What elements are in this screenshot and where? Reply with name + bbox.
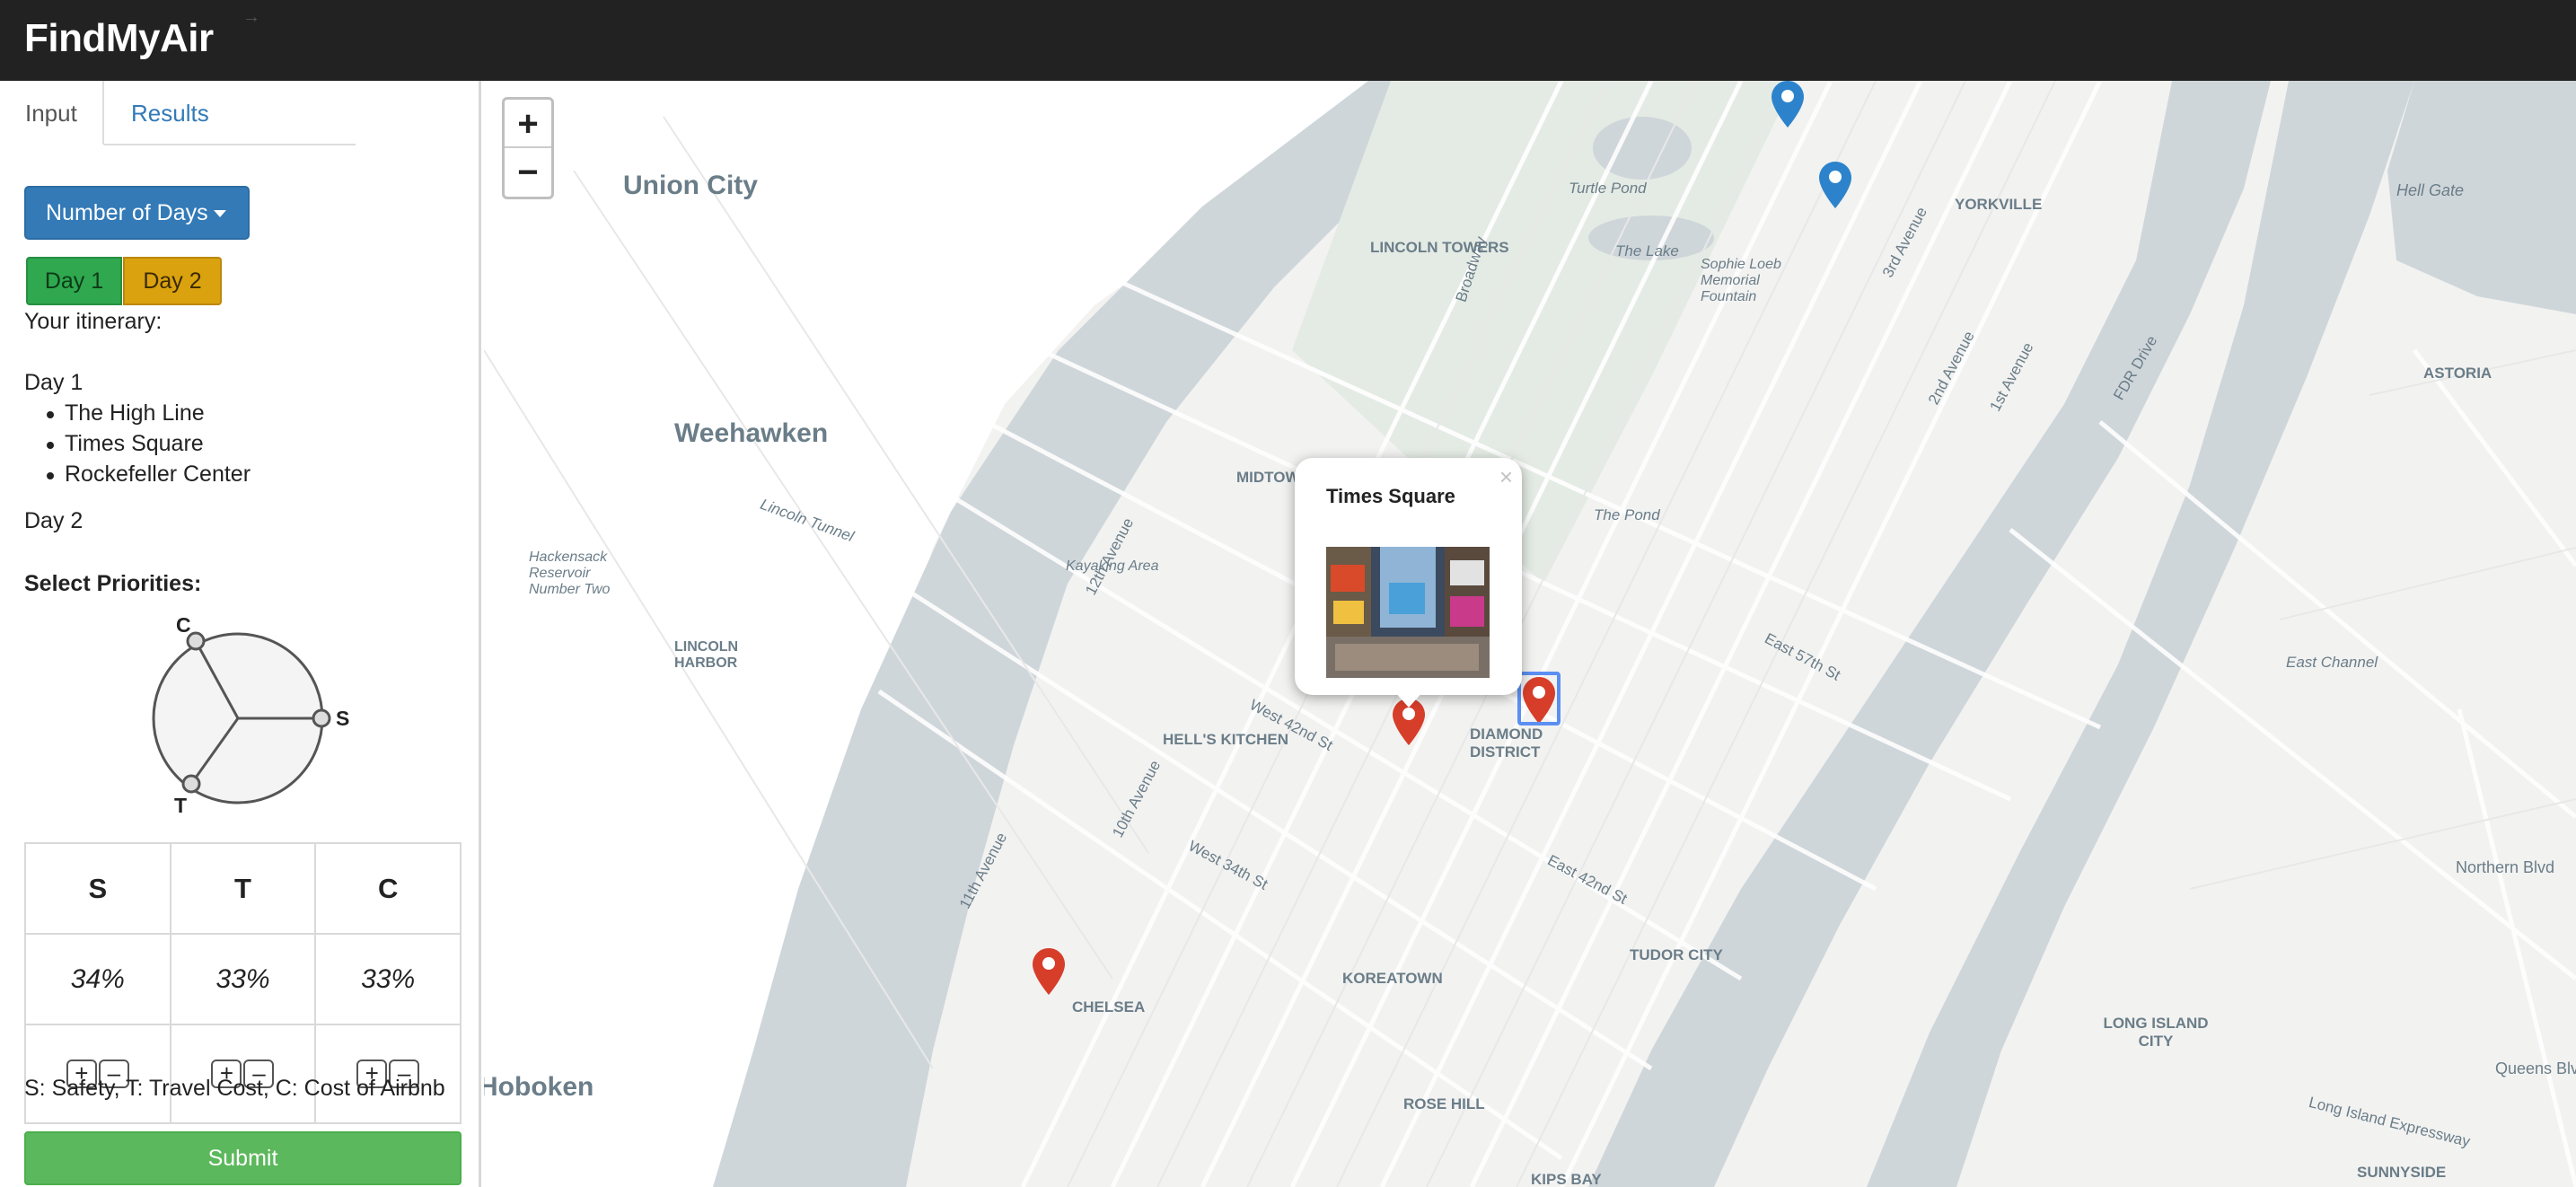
number-of-days-label: Number of Days (46, 200, 208, 225)
map-label-koreatown: KOREATOWN (1342, 970, 1443, 987)
priority-header-c: C (314, 841, 462, 936)
priority-triangle-selector[interactable]: C S T (126, 611, 377, 835)
arrow-icon: → (242, 7, 260, 27)
popup-close-button[interactable]: × (1499, 463, 1513, 491)
map-label-kips-bay: KIPS BAY (1531, 1171, 1602, 1187)
priority-value-s: 34% (24, 933, 171, 1026)
itinerary-item: The High Line (47, 400, 205, 426)
sidebar: Input Results Number of Days Day 1 Day 2… (0, 81, 481, 1187)
map-label-diamond-district: DIAMOND DISTRICT (1470, 725, 1543, 761)
map-label-hoboken: Hoboken (484, 1072, 594, 1102)
itinerary-item: Rockefeller Center (46, 462, 251, 487)
priorities-heading: Select Priorities: (24, 571, 202, 596)
map-label-weehawken: Weehawken (674, 418, 829, 448)
map-view[interactable]: Union City Weehawken Turtle Pond YORKVIL… (484, 81, 2576, 1187)
zoom-control: + − (502, 97, 554, 199)
priority-header-t: T (169, 841, 317, 936)
map-label-queens-blvd: Queens Blvd (2495, 1060, 2576, 1077)
marker-selection-box (1517, 672, 1561, 725)
zoom-out-button[interactable]: − (505, 148, 551, 197)
priority-handle-t[interactable] (181, 774, 201, 794)
tab-input[interactable]: Input (0, 81, 104, 145)
itinerary-day-2-label: Day 2 (24, 508, 84, 533)
priority-value-t: 33% (169, 933, 317, 1026)
map-label-union-city: Union City (623, 171, 758, 200)
number-of-days-dropdown[interactable]: Number of Days (24, 186, 250, 240)
tab-bar: Input Results (0, 81, 356, 145)
priority-handle-s[interactable] (312, 708, 331, 728)
itinerary-heading: Your itinerary: (24, 309, 163, 334)
submit-button[interactable]: Submit (24, 1131, 462, 1185)
map-label-chelsea: CHELSEA (1072, 998, 1146, 1016)
map-tiles (484, 81, 2576, 1187)
map-label-astoria: ASTORIA (2423, 365, 2492, 382)
times-square-photo (1326, 547, 1490, 678)
map-label-turtle-pond: Turtle Pond (1569, 180, 1647, 197)
map-label-tudor-city: TUDOR CITY (1630, 946, 1723, 963)
priority-controls-t: + – (169, 1024, 317, 1124)
popup-tip (1394, 691, 1423, 708)
day-2-button[interactable]: Day 2 (123, 257, 222, 305)
popup-title: Times Square (1326, 485, 1455, 507)
map-label-sophie-loeb-fountain: Sophie Loeb Memorial Fountain (1701, 257, 1781, 304)
priority-header-s: S (24, 841, 171, 936)
map-marker-blue-icon[interactable] (1772, 81, 1804, 127)
map-label-sunnyside: SUNNYSIDE (2357, 1164, 2447, 1181)
priority-controls-s: + – (24, 1024, 171, 1124)
caret-down-icon (213, 210, 226, 218)
map-label-rose-hill: ROSE HILL (1403, 1095, 1485, 1112)
priority-label-t: T (174, 794, 187, 817)
map-marker-red-icon[interactable] (1033, 948, 1065, 995)
map-marker-blue-icon[interactable] (1819, 162, 1851, 208)
map-label-east-channel: East Channel (2286, 654, 2378, 671)
priority-controls-c: + – (314, 1024, 462, 1124)
app-brand[interactable]: FindMyAir (24, 16, 214, 61)
day-1-button[interactable]: Day 1 (26, 257, 122, 305)
map-label-lincoln-harbor: LINCOLN HARBOR (674, 639, 739, 671)
map-label-hackensack-reservoir: Hackensack Reservoir Number Two (529, 550, 611, 597)
map-label-hell-gate: Hell Gate (2396, 181, 2465, 199)
map-label-yorkville: YORKVILLE (1955, 196, 2043, 213)
priority-value-c: 33% (314, 933, 462, 1026)
map-label-northern-blvd: Northern Blvd (2456, 858, 2555, 876)
itinerary-item: Times Square (47, 431, 204, 456)
priority-label-c: C (176, 613, 191, 637)
priority-label-s: S (336, 707, 349, 730)
map-label-the-lake: The Lake (1615, 242, 1679, 259)
tab-results[interactable]: Results (106, 81, 234, 145)
map-label-long-island-city: LONG ISLAND CITY (2103, 1015, 2209, 1050)
times-square-popup: Times Square × (1295, 458, 1522, 695)
map-label-the-pond: The Pond (1594, 506, 1660, 523)
itinerary-day-1-label: Day 1 (24, 370, 84, 395)
navbar: FindMyAir → (0, 0, 2576, 81)
priorities-legend: S: Safety, T: Travel Cost, C: Cost of Ai… (24, 1076, 445, 1101)
map-label-hells-kitchen: HELL'S KITCHEN (1163, 731, 1289, 748)
zoom-in-button[interactable]: + (505, 100, 551, 148)
